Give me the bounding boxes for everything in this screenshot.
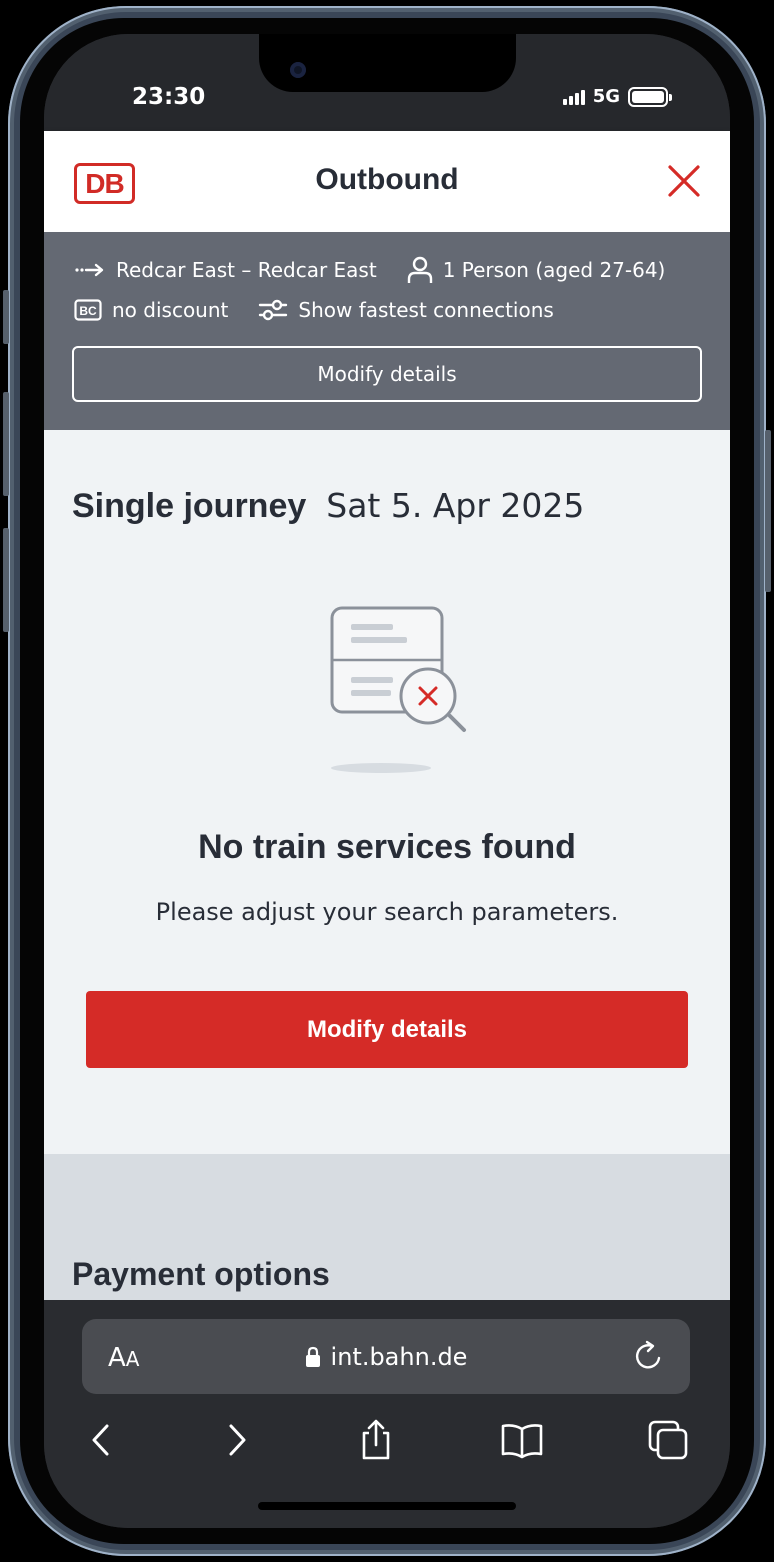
sliders-icon	[259, 299, 288, 321]
results-area: Single journey Sat 5. Apr 2025 No train …	[44, 430, 730, 1154]
passenger-info: 1 Person (aged 27-64)	[407, 256, 666, 284]
discount-info: BC no discount	[74, 298, 228, 322]
summary-row-2: BC no discount Show fastest connections	[74, 298, 554, 322]
route-arrow-icon	[75, 263, 104, 277]
summary-row-1: Redcar East – Redcar East 1 Person (aged…	[74, 256, 665, 284]
empty-state-title: No train services found	[198, 828, 576, 866]
side-button-volume-up	[3, 392, 9, 496]
url-text: int.bahn.de	[330, 1343, 468, 1371]
modify-details-button-secondary[interactable]: Modify details	[72, 346, 702, 402]
lock-icon	[305, 1346, 320, 1367]
bahncard-icon: BC	[74, 299, 102, 321]
battery-icon	[628, 86, 672, 107]
route-info: Redcar East – Redcar East	[74, 258, 377, 282]
payment-options-title: Payment options	[72, 1256, 330, 1292]
reload-icon[interactable]	[632, 1339, 666, 1373]
page-title: Outbound	[315, 163, 459, 196]
journey-date: Sat 5. Apr 2025	[326, 486, 585, 525]
side-button-volume-down	[3, 528, 9, 632]
empty-state-message: Please adjust your search parameters.	[155, 898, 619, 926]
bookmarks-icon[interactable]	[500, 1418, 544, 1462]
url-display[interactable]: int.bahn.de	[82, 1343, 690, 1371]
close-icon[interactable]	[666, 163, 702, 199]
no-results-illustration-icon	[330, 606, 466, 773]
discount-text: no discount	[112, 298, 229, 322]
route-text: Redcar East – Redcar East	[116, 258, 377, 282]
status-indicators: 5G	[562, 86, 672, 107]
network-type: 5G	[592, 86, 620, 107]
signal-icon	[562, 89, 585, 105]
payment-options-section: Payment options	[44, 1154, 730, 1302]
browser-toolbar: AA int.bahn.de	[44, 1300, 730, 1528]
home-indicator[interactable]	[258, 1502, 516, 1510]
phone-bezel: 23:30 5G DB Outbound Redcar East – Redca…	[20, 18, 754, 1544]
share-icon[interactable]	[354, 1418, 398, 1462]
journey-heading: Single journey Sat 5. Apr 2025	[72, 486, 584, 526]
connections-text: Show fastest connections	[298, 298, 554, 322]
address-bar[interactable]: AA int.bahn.de	[82, 1319, 690, 1394]
screen: 23:30 5G DB Outbound Redcar East – Redca…	[44, 34, 730, 1528]
forward-icon[interactable]	[214, 1418, 258, 1462]
passenger-text: 1 Person (aged 27-64)	[442, 258, 666, 282]
journey-type: Single journey	[72, 487, 307, 525]
modify-details-button[interactable]: Modify details	[86, 991, 688, 1068]
person-icon	[407, 256, 432, 283]
status-bar: 23:30 5G	[44, 34, 730, 131]
side-button-mute	[3, 290, 9, 344]
front-camera	[290, 62, 306, 78]
phone-frame: 23:30 5G DB Outbound Redcar East – Redca…	[0, 0, 774, 1562]
status-time: 23:30	[132, 84, 206, 110]
connections-info: Show fastest connections	[258, 298, 554, 322]
tabs-icon[interactable]	[646, 1418, 690, 1462]
page-header: DB Outbound	[44, 131, 730, 232]
back-icon[interactable]	[80, 1418, 124, 1462]
svg-text:BC: BC	[79, 304, 97, 318]
search-summary: Redcar East – Redcar East 1 Person (aged…	[44, 232, 730, 430]
side-button-power	[765, 430, 771, 592]
